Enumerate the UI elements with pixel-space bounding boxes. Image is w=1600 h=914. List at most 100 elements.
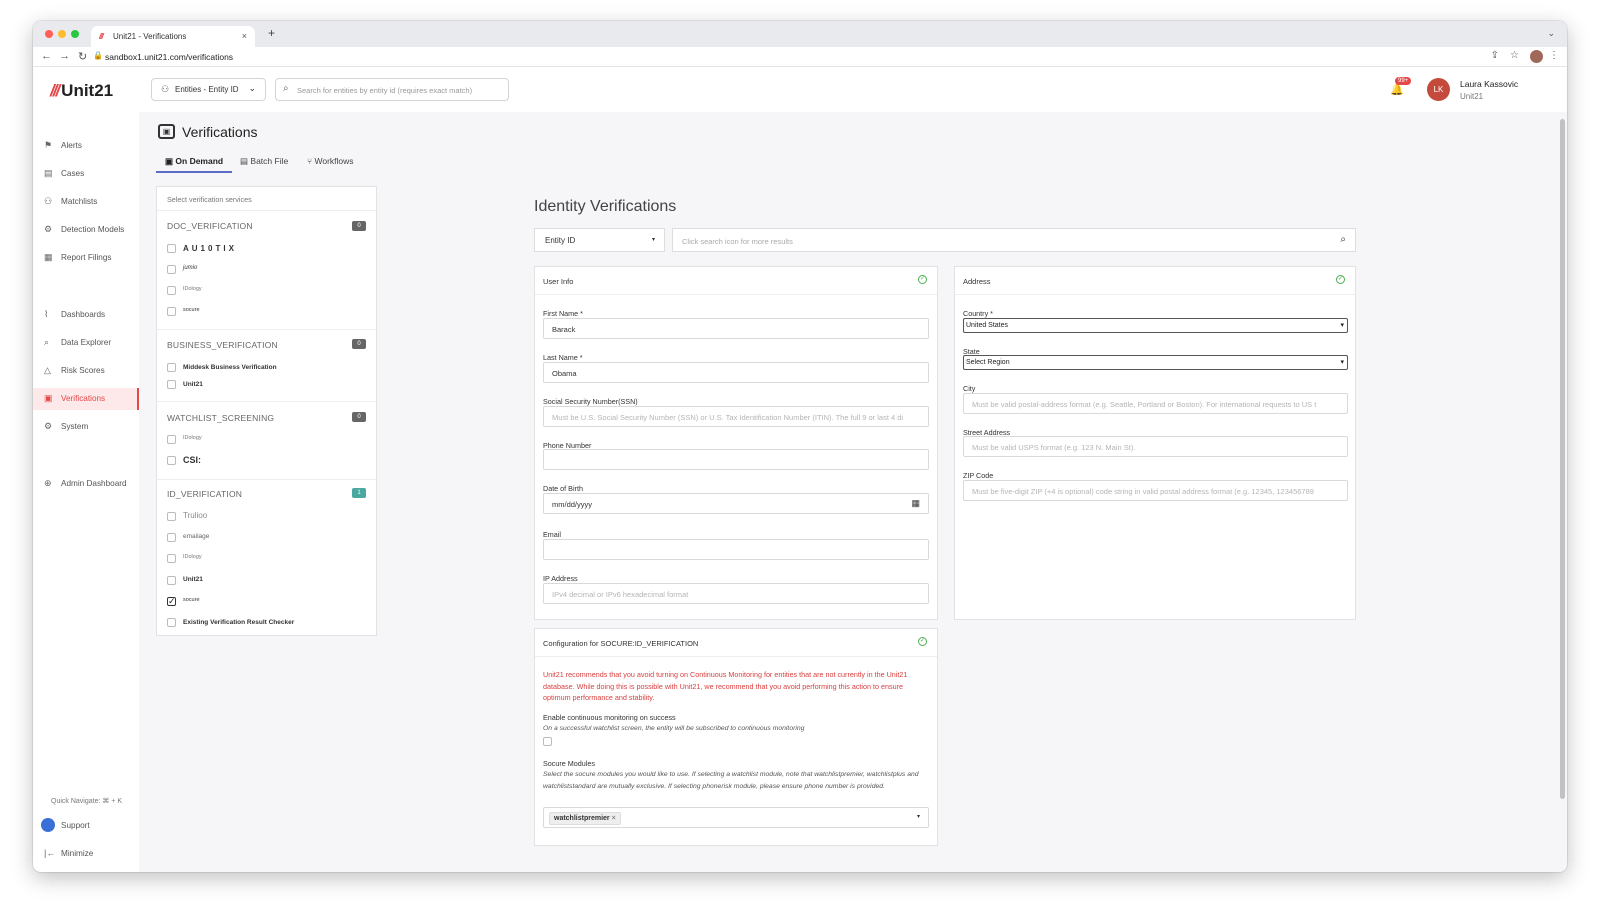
phone-field[interactable]	[543, 449, 929, 470]
sidebar-item-system[interactable]: ⚙ System	[33, 416, 139, 438]
support-label: Support	[61, 821, 90, 830]
browser-tab[interactable]: /// Unit21 - Verifications ×	[91, 26, 255, 47]
service-checkbox[interactable]	[167, 512, 176, 521]
support-button[interactable]: Support	[33, 815, 139, 837]
ssn-field[interactable]: Must be U.S. Social Security Number (SSN…	[543, 406, 929, 427]
tab-on-demand[interactable]: ▣ On Demand	[165, 156, 223, 167]
sidebar-item-dashboards[interactable]: ⌇ Dashboards	[33, 304, 139, 326]
zip-field[interactable]: Must be five-digit ZIP (+4 is optional) …	[963, 480, 1348, 501]
service-checkbox[interactable]	[167, 554, 176, 563]
ssn-label: Social Security Number(SSN)	[543, 397, 638, 406]
service-checkbox-checked[interactable]: ✓	[167, 597, 176, 606]
unit21-logo[interactable]: ///Unit21	[50, 81, 113, 101]
profile-avatar-icon[interactable]	[1530, 50, 1543, 63]
globe-icon: ⊕	[44, 478, 52, 488]
entity-search-input[interactable]: ⌕ Search for entities by entity id (requ…	[275, 78, 509, 101]
caret-down-icon: ▾	[1340, 359, 1344, 366]
module-chip[interactable]: watchlistpremier ×	[549, 812, 621, 825]
tab-label: Workflows	[314, 156, 354, 166]
service-checkbox[interactable]	[167, 307, 176, 316]
tab-label: On Demand	[175, 156, 224, 166]
monitoring-label: Enable continuous monitoring on success	[543, 713, 676, 722]
bookmark-star-icon[interactable]: ☆	[1510, 50, 1519, 61]
service-checkbox[interactable]	[167, 618, 176, 627]
sidebar-item-cases[interactable]: ▤ Cases	[33, 163, 139, 185]
lookup-search-input[interactable]: Click search icon for more results ⌕	[672, 228, 1356, 252]
entity-selector-label: Entities - Entity ID	[175, 85, 239, 94]
url-field[interactable]: sandbox1.unit21.com/verifications	[105, 52, 233, 62]
continuous-monitoring-checkbox[interactable]	[543, 737, 552, 746]
forward-icon[interactable]: →	[59, 50, 70, 62]
share-icon[interactable]: ⇪	[1491, 50, 1499, 61]
gear-icon: ⚙	[44, 421, 53, 431]
service-checkbox[interactable]	[167, 576, 176, 585]
dob-placeholder: mm/dd/yyyy	[552, 500, 593, 509]
chart-icon: ⌇	[44, 309, 49, 319]
sidebar-item-risk-scores[interactable]: △ Risk Scores	[33, 360, 139, 382]
sidebar-item-report-filings[interactable]: ▦ Report Filings	[33, 247, 139, 269]
service-checkbox[interactable]	[167, 286, 176, 295]
sidebar-item-admin-dashboard[interactable]: ⊕ Admin Dashboard	[33, 473, 139, 495]
ip-address-field[interactable]: IPv4 decimal or IPv6 hexadecimal format	[543, 583, 929, 604]
browser-menu-icon[interactable]: ⋮	[1549, 50, 1559, 61]
tab-search-icon[interactable]: ⌄	[1547, 28, 1555, 39]
notification-badge: 99+	[1395, 77, 1412, 85]
tab-batch-file[interactable]: ▤ Batch File	[240, 156, 288, 167]
country-select[interactable]: United States ▾	[963, 318, 1348, 333]
service-checkbox[interactable]	[167, 265, 176, 274]
address-header: Address ✓	[955, 267, 1355, 295]
service-logo-unit21: Unit21	[183, 576, 203, 583]
service-logo-trulioo: Trulioo	[183, 511, 208, 520]
minimize-window-icon[interactable]	[58, 30, 66, 38]
brain-icon: ⚙	[44, 224, 53, 234]
first-name-field[interactable]: Barack	[543, 318, 929, 339]
city-field[interactable]: Must be valid postal-address format (e.g…	[963, 393, 1348, 414]
continuous-monitoring-warning: Unit21 recommends that you avoid turning…	[543, 670, 908, 702]
lookup-type-dropdown[interactable]: Entity ID ▾	[534, 228, 665, 252]
tab-workflows[interactable]: ⑂ Workflows	[307, 156, 354, 166]
dob-field[interactable]: mm/dd/yyyy ▦	[543, 493, 929, 514]
entity-type-selector[interactable]: ⚇ Entities - Entity ID ⌄	[151, 78, 266, 101]
chevron-down-icon: ⌄	[248, 83, 256, 93]
close-window-icon[interactable]	[45, 30, 53, 38]
minimize-sidebar-button[interactable]: |← Minimize	[33, 843, 139, 865]
service-checkbox[interactable]	[167, 380, 176, 389]
service-checkbox[interactable]	[167, 363, 176, 372]
last-name-label: Last Name *	[543, 353, 583, 362]
sidebar-item-matchlists[interactable]: ⚇ Matchlists	[33, 191, 139, 213]
back-icon[interactable]: ←	[41, 50, 52, 62]
service-checkbox[interactable]	[167, 435, 176, 444]
service-checkbox[interactable]	[167, 533, 176, 542]
last-name-field[interactable]: Obama	[543, 362, 929, 383]
user-avatar[interactable]: LK	[1427, 78, 1450, 101]
group-count-badge: 0	[352, 221, 366, 231]
config-header: Configuration for SOCURE:ID_VERIFICATION…	[535, 629, 937, 657]
sidebar-item-data-explorer[interactable]: ⌕ Data Explorer	[33, 332, 139, 354]
sidebar-item-verifications[interactable]: ▣ Verifications	[33, 388, 139, 410]
zoom-window-icon[interactable]	[71, 30, 79, 38]
reload-icon[interactable]: ↻	[78, 50, 87, 63]
page-scrollbar[interactable]	[1560, 119, 1565, 799]
chip-label: watchlistpremier	[554, 815, 610, 822]
socure-config-card: Configuration for SOCURE:ID_VERIFICATION…	[534, 628, 938, 846]
state-select[interactable]: Select Region ▾	[963, 355, 1348, 370]
identity-verifications-title: Identity Verifications	[534, 198, 677, 215]
close-icon[interactable]: ×	[242, 31, 247, 41]
service-checkbox[interactable]	[167, 456, 176, 465]
sidebar-item-detection-models[interactable]: ⚙ Detection Models	[33, 219, 139, 241]
caret-down-icon: ▾	[651, 237, 655, 243]
sidebar-item-alerts[interactable]: ⚑ Alerts	[33, 135, 139, 157]
calendar-icon[interactable]: ▦	[911, 498, 920, 509]
user-info-card: User Info ✓ First Name * Barack Last Name…	[534, 266, 938, 620]
page-title: Verifications	[182, 124, 258, 140]
chip-remove-icon[interactable]: ×	[612, 815, 616, 822]
country-value: United States	[966, 322, 1009, 329]
services-header: Select verification services	[157, 187, 376, 211]
service-checkbox[interactable]	[167, 244, 176, 253]
service-logo-idology: IDology	[183, 286, 202, 292]
group-business-verification: BUSINESS_VERIFICATION	[167, 340, 278, 350]
email-field[interactable]	[543, 539, 929, 560]
search-icon[interactable]: ⌕	[1340, 234, 1346, 245]
new-tab-icon[interactable]: +	[268, 26, 275, 40]
street-field[interactable]: Must be valid USPS format (e.g. 123 N. M…	[963, 436, 1348, 457]
